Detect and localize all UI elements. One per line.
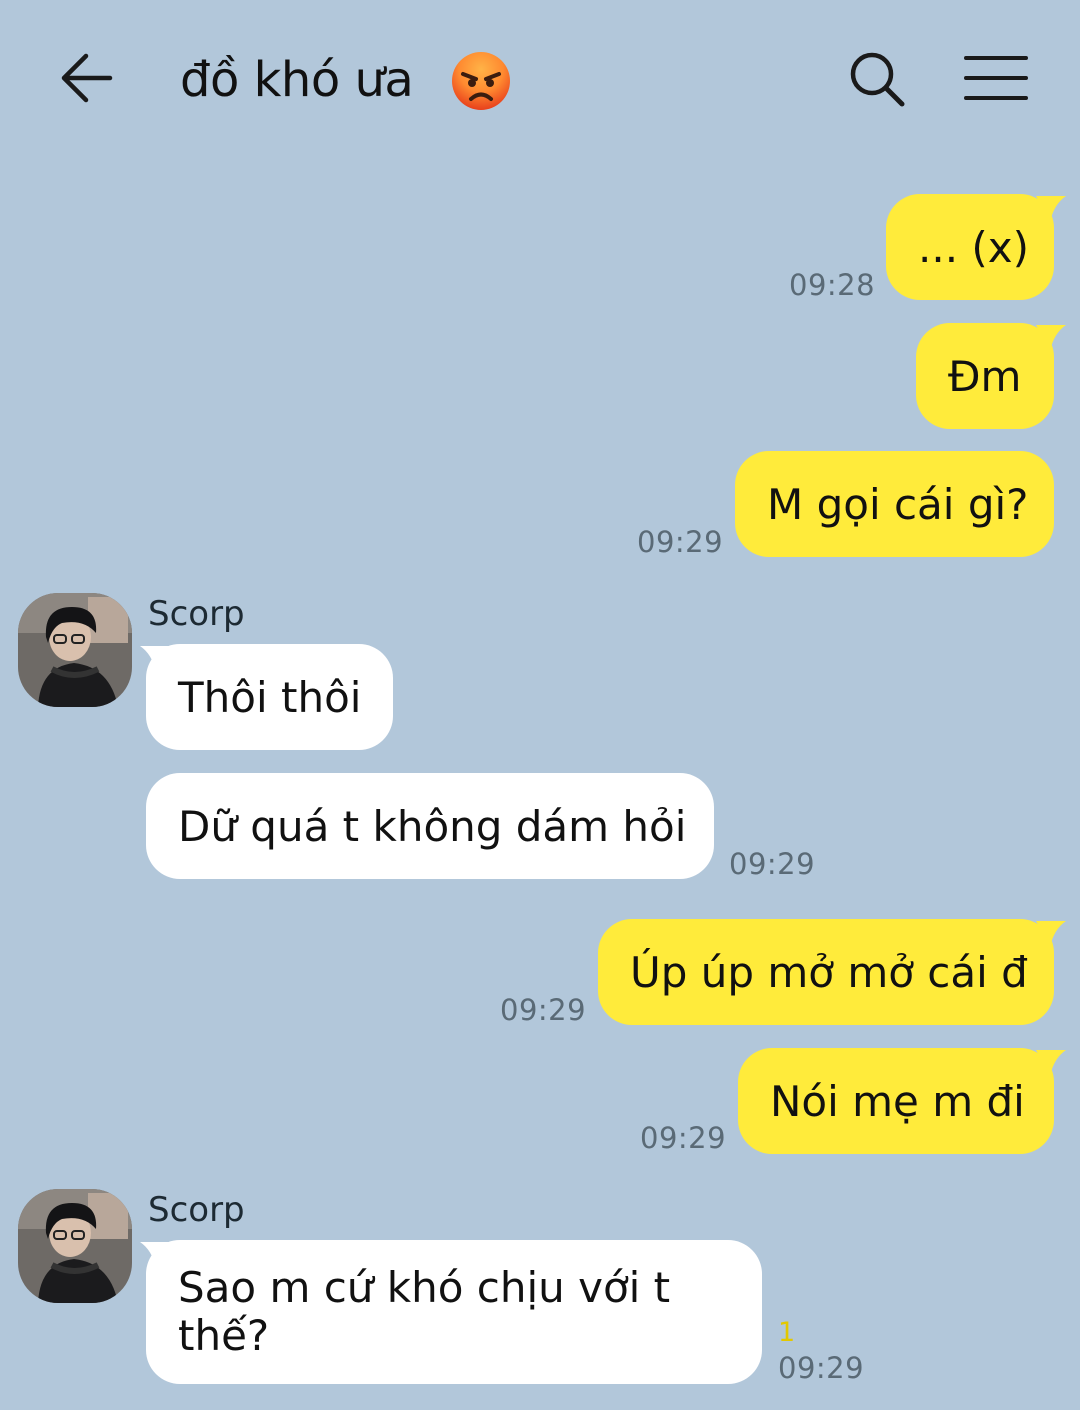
message-text: Thôi thôi [178,673,362,722]
message-text: M gọi cái gì? [767,480,1029,529]
my-message-bubble[interactable]: M gọi cái gì? [735,451,1054,557]
message-time: 09:29 [640,1121,727,1155]
message-text: Dữ quá t không dám hỏi [178,802,687,851]
my-message-bubble[interactable]: Nói mẹ m đi [738,1048,1054,1154]
message-text: Nói mẹ m đi [770,1077,1025,1126]
my-message-bubble[interactable]: Úp úp mở mở cái đ [598,919,1054,1025]
their-message-bubble[interactable]: Dữ quá t không dám hỏi [146,773,714,879]
avatar[interactable] [18,1189,132,1303]
message-time: 09:29 [500,993,587,1027]
their-message-bubble[interactable]: Sao m cứ khó chịu với t thế? [146,1240,762,1384]
message-time: 09:29 [778,1351,865,1385]
back-arrow-icon[interactable] [58,52,116,104]
message-text: ... (x) [918,223,1030,272]
message-text-line-2: thế? [178,1311,270,1360]
search-icon[interactable] [846,50,908,108]
sender-name: Scorp [148,1190,245,1230]
chat-header: đồ khó ưa [0,0,1080,160]
bubble-tail [1036,1050,1066,1076]
their-message-bubble[interactable]: Thôi thôi [146,644,393,750]
chat-title: đồ khó ưa [180,52,414,108]
angry-face-icon [450,50,512,112]
bubble-tail [1036,921,1066,947]
bubble-tail [1036,325,1066,351]
message-time: 09:29 [637,525,724,559]
bubble-tail [1036,196,1066,222]
unread-count: 1 [778,1317,796,1348]
message-text: Úp úp mở mở cái đ [630,948,1028,997]
my-message-bubble[interactable]: Đm [916,323,1054,429]
my-message-bubble[interactable]: ... (x) [886,194,1054,300]
message-text: Đm [948,352,1022,401]
message-time: 09:28 [789,268,876,302]
menu-icon[interactable] [964,54,1030,104]
message-text-line-1: Sao m cứ khó chịu với t [178,1263,671,1312]
avatar[interactable] [18,593,132,707]
message-time: 09:29 [729,847,816,881]
sender-name: Scorp [148,594,245,634]
